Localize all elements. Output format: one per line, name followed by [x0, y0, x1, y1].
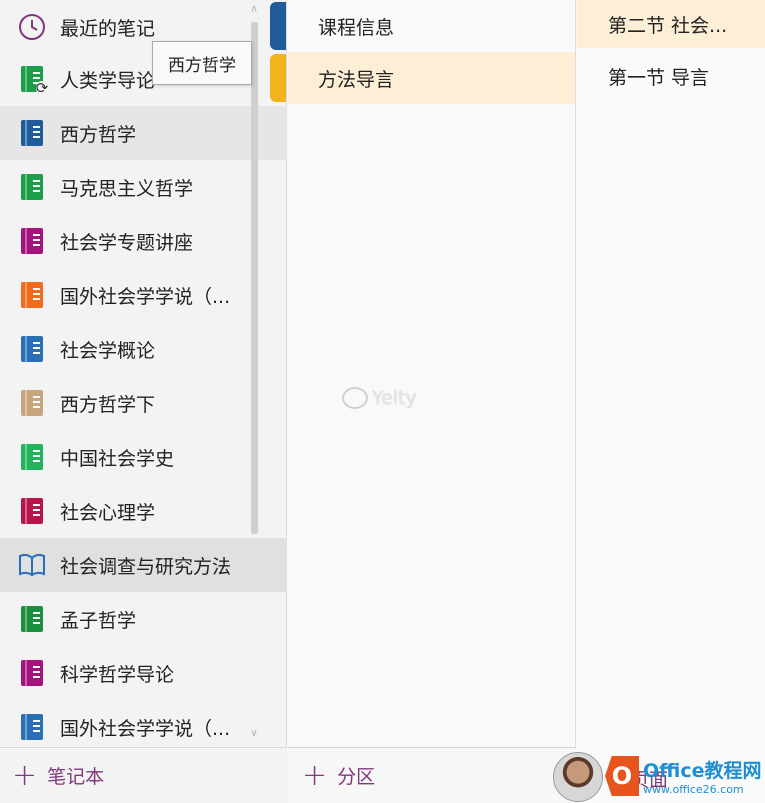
- brand-url: www.office26.com: [643, 783, 744, 796]
- notebook-label: 社会学专题讲座: [60, 231, 194, 254]
- watermark: Yelty: [342, 387, 417, 409]
- notebook-item[interactable]: 社会心理学: [0, 484, 287, 538]
- notebook-item[interactable]: 国外社会学学说（...: [0, 700, 287, 754]
- open-book-icon: [0, 538, 60, 592]
- notebook-item[interactable]: 马克思主义哲学: [0, 160, 287, 214]
- scroll-down-icon[interactable]: ∨: [248, 726, 260, 739]
- notebook-icon: [0, 484, 60, 538]
- notebook-label: 孟子哲学: [60, 609, 137, 632]
- section-label: 方法导言: [318, 68, 395, 91]
- add-section-button[interactable]: + 分区: [288, 747, 576, 803]
- notebook-item[interactable]: 社会学专题讲座: [0, 214, 287, 268]
- notebook-label: 社会调查与研究方法: [60, 555, 232, 578]
- notebook-label: 中国社会学史: [60, 447, 175, 470]
- plus-icon: +: [302, 757, 328, 793]
- section-color-tab: [270, 54, 286, 102]
- notebook-icon: [0, 700, 60, 754]
- watermark-text: Yelty: [372, 387, 417, 409]
- notebook-item[interactable]: 社会调查与研究方法: [0, 538, 287, 592]
- notebook-item[interactable]: 西方哲学下: [0, 376, 287, 430]
- notebook-label: 西方哲学: [60, 123, 137, 146]
- notebook-item[interactable]: 中国社会学史: [0, 430, 287, 484]
- notebook-icon: [0, 160, 60, 214]
- page-label: 第二节 社会...: [608, 14, 728, 37]
- section-item[interactable]: 课程信息: [270, 0, 575, 52]
- plus-icon: +: [12, 757, 38, 793]
- page-item-active[interactable]: 第二节 社会...: [577, 0, 765, 48]
- notebook-icon: [0, 322, 60, 376]
- add-notebook-button[interactable]: + 笔记本: [0, 747, 287, 803]
- notebook-icon: [0, 430, 60, 484]
- notebook-item[interactable]: 西方哲学: [0, 106, 287, 160]
- notebook-label: 科学哲学导论: [60, 663, 175, 686]
- notebook-pane: 最近的笔记 ⟳ 人类学导论 西方哲学 马克思主义哲学 社会学专题讲座 国外社会学学说（..…: [0, 0, 287, 803]
- notebook-label: 马克思主义哲学: [60, 177, 194, 200]
- notebook-item[interactable]: 社会学概论: [0, 322, 287, 376]
- notebook-item[interactable]: 科学哲学导论: [0, 646, 287, 700]
- office-logo-icon: O: [605, 756, 639, 796]
- notebook-icon: [0, 646, 60, 700]
- notebook-label: 社会心理学: [60, 501, 156, 524]
- notebook-icon: [0, 214, 60, 268]
- notebook-item[interactable]: 国外社会学学说（...: [0, 268, 287, 322]
- weibo-icon: [342, 387, 368, 409]
- notebook-tooltip: 西方哲学: [152, 41, 252, 85]
- notebook-icon: [0, 268, 60, 322]
- section-color-tab: [270, 2, 286, 50]
- section-pane: 课程信息 方法导言 Yelty: [270, 0, 576, 803]
- notebook-label: 国外社会学学说（...: [60, 717, 231, 740]
- notebook-label: 西方哲学下: [60, 393, 156, 416]
- add-section-label: 分区: [337, 766, 376, 788]
- notebook-item[interactable]: 孟子哲学: [0, 592, 287, 646]
- section-label: 课程信息: [318, 16, 395, 39]
- scroll-up-icon[interactable]: ∧: [248, 2, 260, 15]
- brand-watermark: O Office教程网 www.office26.com: [605, 756, 762, 796]
- notebook-label: 国外社会学学说（...: [60, 285, 231, 308]
- page-pane: 第二节 社会... 第一节 导言: [577, 0, 765, 803]
- brand-name: Office教程网: [643, 760, 762, 782]
- avatar: [553, 752, 603, 802]
- notebook-sync-icon: ⟳: [0, 52, 60, 106]
- section-item-active[interactable]: 方法导言: [270, 52, 575, 104]
- notebook-label: 社会学概论: [60, 339, 156, 362]
- notebook-icon: [0, 592, 60, 646]
- notebook-icon: [0, 376, 60, 430]
- page-item[interactable]: 第一节 导言: [577, 52, 765, 100]
- notebook-icon: [0, 106, 60, 160]
- clock-icon: [0, 0, 60, 54]
- scrollbar-thumb[interactable]: [251, 22, 258, 534]
- recent-notes-label: 最近的笔记: [60, 17, 156, 40]
- sync-icon: ⟳: [35, 79, 49, 97]
- page-label: 第一节 导言: [608, 66, 710, 89]
- add-notebook-label: 笔记本: [47, 766, 105, 788]
